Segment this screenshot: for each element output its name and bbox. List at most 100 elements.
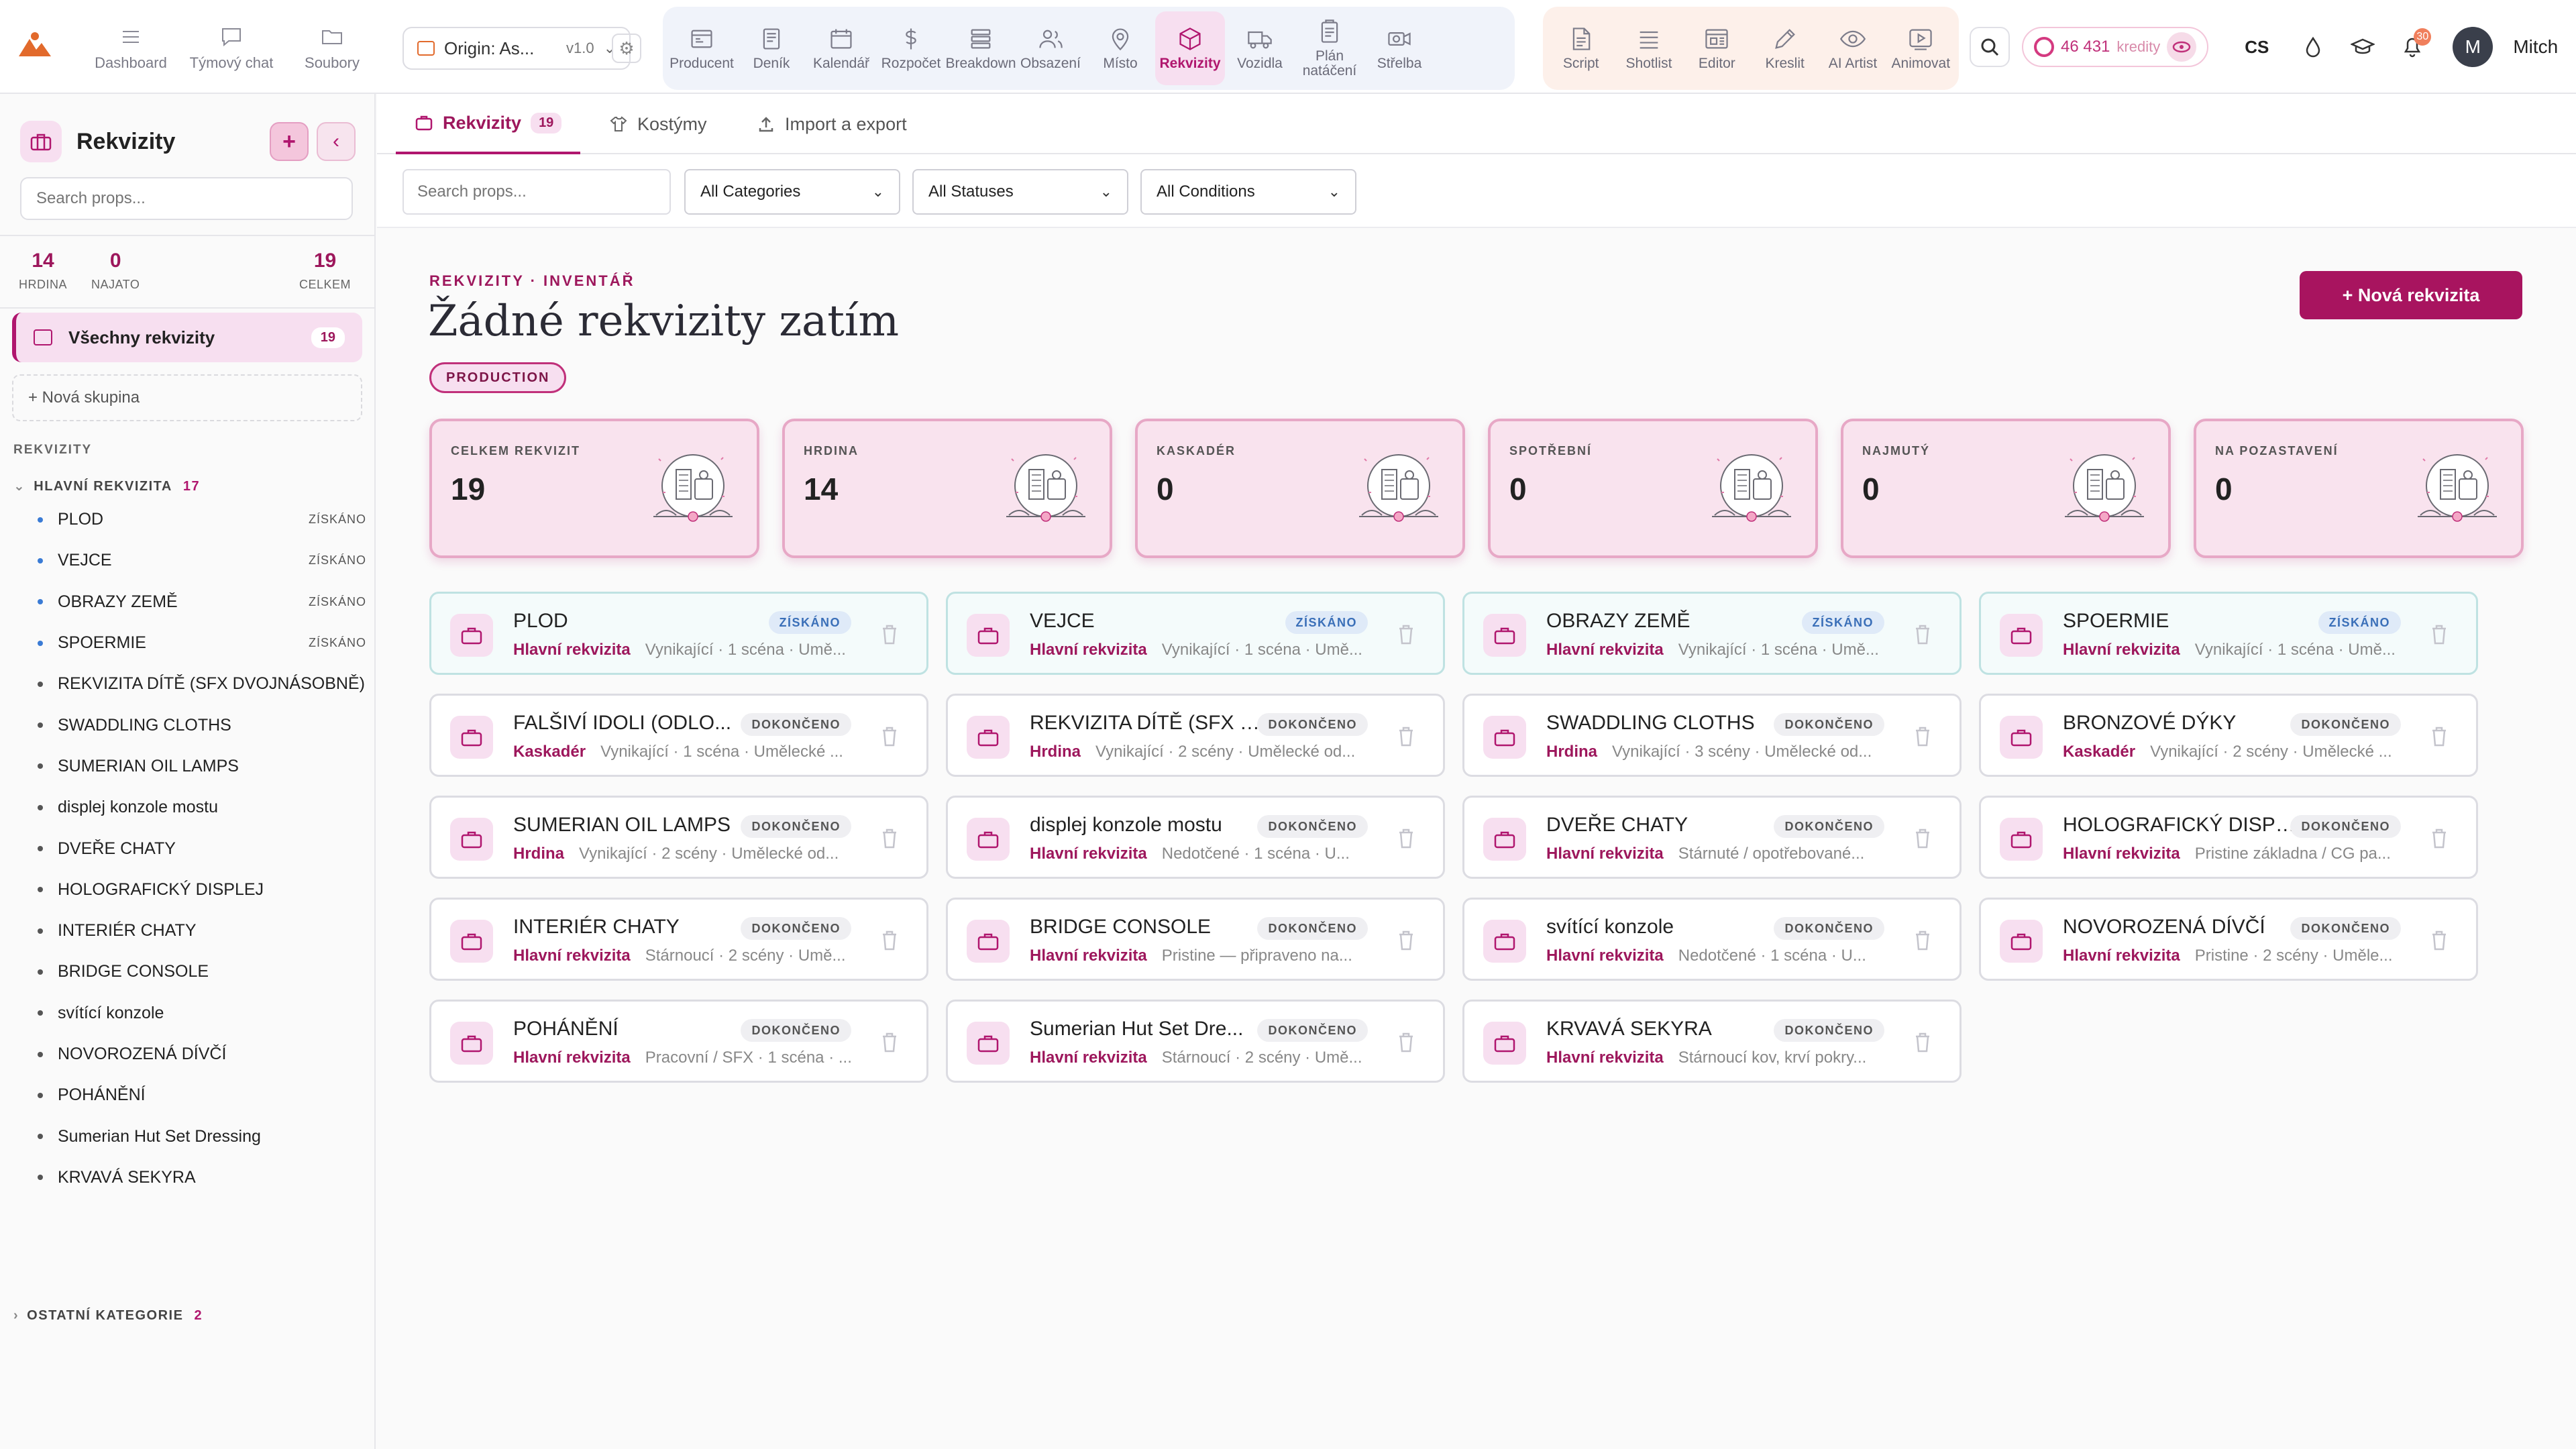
new-group-button[interactable]: + Nová skupina bbox=[12, 374, 362, 421]
new-prop-button[interactable]: + Nová rekvizita bbox=[2300, 271, 2522, 319]
prop-card[interactable]: FALŠIVÍ IDOLI (ODLO... DOKONČENO Kaskadér V… bbox=[429, 694, 928, 777]
sidebar-prop-item[interactable]: NOVOROZENÁ DÍVČÍ bbox=[38, 1034, 366, 1075]
tool-producer[interactable]: Producent bbox=[667, 11, 737, 85]
trash-icon[interactable] bbox=[1913, 1031, 1933, 1054]
credits-pill[interactable]: 46 431 kredity bbox=[2022, 27, 2209, 67]
trash-icon[interactable] bbox=[879, 929, 900, 952]
tool-play[interactable]: Animovat bbox=[1887, 11, 1955, 85]
trash-icon[interactable] bbox=[2429, 623, 2449, 646]
tool-box[interactable]: Rekvizity bbox=[1155, 11, 1225, 85]
trash-icon[interactable] bbox=[1913, 929, 1933, 952]
tool-truck[interactable]: Vozidla bbox=[1225, 11, 1295, 85]
trash-icon[interactable] bbox=[2429, 929, 2449, 952]
nav-menu[interactable]: Dashboard bbox=[80, 20, 181, 76]
sidebar-prop-item[interactable]: POHÁNĚNÍ bbox=[38, 1075, 366, 1116]
prop-card[interactable]: DVEŘE CHATY DOKONČENO Hlavní rekvizita Stár… bbox=[1462, 796, 1962, 879]
sidebar-prop-item[interactable]: displej konzole mostu bbox=[38, 787, 366, 828]
prop-card[interactable]: SUMERIAN OIL LAMPS DOKONČENO Hrdina Vynikaj… bbox=[429, 796, 928, 879]
sidebar-prop-item[interactable]: PLOD ZÍSKÁNO bbox=[38, 499, 366, 540]
stat-card[interactable]: NAJMUTÝ 0 bbox=[1841, 419, 2171, 558]
app-logo[interactable] bbox=[16, 30, 54, 60]
sidebar-prop-item[interactable]: Sumerian Hut Set Dressing bbox=[38, 1116, 366, 1157]
sidebar-prop-item[interactable]: REKVIZITA DÍTĚ (SFX DVOJNÁSOBNĚ) bbox=[38, 663, 366, 704]
project-selector[interactable]: Origin: As... v1.0 ⌄ bbox=[402, 27, 631, 70]
tool-dollar[interactable]: Rozpočet bbox=[876, 11, 946, 85]
prop-card[interactable]: svítící konzole DOKONČENO Hlavní rekvizita… bbox=[1462, 898, 1962, 981]
prop-card[interactable]: BRONZOVÉ DÝKY DOKONČENO Kaskadér Vynikající… bbox=[1979, 694, 2478, 777]
search-icon[interactable] bbox=[1970, 27, 2010, 67]
prop-card[interactable]: SPOERMIE ZÍSKÁNO Hlavní rekvizita Vynikajíc… bbox=[1979, 592, 2478, 675]
status-select[interactable]: All Statuses ⌄ bbox=[912, 169, 1128, 215]
trash-icon[interactable] bbox=[1396, 929, 1416, 952]
tool-camera[interactable]: Střelba bbox=[1364, 11, 1434, 85]
avatar[interactable]: M bbox=[2453, 27, 2493, 67]
sidebar-search-input[interactable] bbox=[20, 177, 353, 220]
sidebar-prop-item[interactable]: KRVAVÁ SEKYRA bbox=[38, 1157, 366, 1198]
trash-icon[interactable] bbox=[879, 623, 900, 646]
prop-card[interactable]: displej konzole mostu DOKONČENO Hlavní rek… bbox=[946, 796, 1445, 879]
trash-icon[interactable] bbox=[1396, 623, 1416, 646]
category-toggle[interactable]: ⌄ HLAVNÍ REKVIZITA 17 bbox=[13, 478, 200, 494]
prop-card[interactable]: HOLOGRAFICKÝ DISPL... DOKONČENO Hlavní rek… bbox=[1979, 796, 2478, 879]
prop-card[interactable]: REKVIZITA DÍTĚ (SFX D... DOKONČENO Hrdina V… bbox=[946, 694, 1445, 777]
sidebar-prop-item[interactable]: svítící konzole bbox=[38, 993, 366, 1034]
trash-icon[interactable] bbox=[1913, 827, 1933, 850]
stat-card[interactable]: SPOTŘEBNÍ 0 bbox=[1488, 419, 1818, 558]
prop-card[interactable]: POHÁNĚNÍ DOKONČENO Hlavní rekvizita Pracovn… bbox=[429, 1000, 928, 1083]
trash-icon[interactable] bbox=[879, 827, 900, 850]
all-props-item[interactable]: Všechny rekvizity 19 bbox=[12, 313, 362, 362]
tool-people[interactable]: Obsazení bbox=[1016, 11, 1085, 85]
bell-icon[interactable]: 30 bbox=[2394, 28, 2432, 66]
stat-card[interactable]: NA POZASTAVENÍ 0 bbox=[2194, 419, 2524, 558]
stat-card[interactable]: HRDINA 14 bbox=[782, 419, 1112, 558]
trash-icon[interactable] bbox=[879, 1031, 900, 1054]
sidebar-prop-item[interactable]: SUMERIAN OIL LAMPS bbox=[38, 746, 366, 787]
other-category-toggle[interactable]: › OSTATNÍ KATEGORIE 2 bbox=[13, 1308, 203, 1324]
graduation-cap-icon[interactable] bbox=[2344, 28, 2381, 66]
tool-journal[interactable]: Deník bbox=[737, 11, 806, 85]
prop-card[interactable]: INTERIÉR CHATY DOKONČENO Hlavní rekvizita S… bbox=[429, 898, 928, 981]
tool-stack[interactable]: Breakdown bbox=[945, 11, 1016, 85]
sidebar-prop-item[interactable]: HOLOGRAFICKÝ DISPLEJ bbox=[38, 869, 366, 910]
prop-card[interactable]: KRVAVÁ SEKYRA DOKONČENO Hlavní rekvizita St… bbox=[1462, 1000, 1962, 1083]
stat-card[interactable]: CELKEM REKVIZIT 19 bbox=[429, 419, 759, 558]
tool-eye[interactable]: AI Artist bbox=[1819, 11, 1886, 85]
prop-card[interactable]: BRIDGE CONSOLE DOKONČENO Hlavní rekvizita P… bbox=[946, 898, 1445, 981]
sidebar-prop-item[interactable]: SPOERMIE ZÍSKÁNO bbox=[38, 623, 366, 663]
trash-icon[interactable] bbox=[879, 725, 900, 748]
tool-clipboard[interactable]: Plán natáčení bbox=[1295, 11, 1364, 85]
trash-icon[interactable] bbox=[1913, 725, 1933, 748]
tab-props[interactable]: Rekvizity 19 bbox=[396, 94, 581, 154]
sidebar-prop-item[interactable]: SWADDLING CLOTHS bbox=[38, 704, 366, 745]
trash-icon[interactable] bbox=[2429, 827, 2449, 850]
condition-select[interactable]: All Conditions ⌄ bbox=[1140, 169, 1356, 215]
settings-gear-icon[interactable]: ⚙ bbox=[612, 34, 641, 63]
sidebar-prop-item[interactable]: OBRAZY ZEMĚ ZÍSKÁNO bbox=[38, 582, 366, 623]
trash-icon[interactable] bbox=[2429, 725, 2449, 748]
prop-card[interactable]: SWADDLING CLOTHS DOKONČENO Hrdina Vynikajíc… bbox=[1462, 694, 1962, 777]
category-select[interactable]: All Categories ⌄ bbox=[684, 169, 900, 215]
sidebar-prop-item[interactable]: DVEŘE CHATY bbox=[38, 828, 366, 869]
props-search-input[interactable] bbox=[402, 169, 671, 215]
stat-card[interactable]: KASKADÉR 0 bbox=[1135, 419, 1465, 558]
nav-chat[interactable]: Týmový chat bbox=[181, 20, 282, 76]
user-name[interactable]: Mitch bbox=[2513, 36, 2558, 58]
tab-costumes[interactable]: Kostýmy bbox=[609, 94, 707, 154]
eye-icon[interactable] bbox=[2167, 32, 2197, 62]
prop-card[interactable]: VEJCE ZÍSKÁNO Hlavní rekvizita Vynikající ·… bbox=[946, 592, 1445, 675]
sidebar-prop-item[interactable]: INTERIÉR CHATY bbox=[38, 910, 366, 951]
trash-icon[interactable] bbox=[1396, 827, 1416, 850]
add-prop-button[interactable]: + bbox=[270, 122, 309, 161]
prop-card[interactable]: OBRAZY ZEMĚ ZÍSKÁNO Hlavní rekvizita Vynika… bbox=[1462, 592, 1962, 675]
tool-pen[interactable]: Kreslit bbox=[1751, 11, 1819, 85]
trash-icon[interactable] bbox=[1396, 1031, 1416, 1054]
droplet-icon[interactable] bbox=[2294, 28, 2332, 66]
tool-map-pin[interactable]: Místo bbox=[1085, 11, 1155, 85]
sidebar-prop-item[interactable]: BRIDGE CONSOLE bbox=[38, 951, 366, 992]
sidebar-prop-item[interactable]: VEJCE ZÍSKÁNO bbox=[38, 540, 366, 581]
tool-calendar[interactable]: Kalendář bbox=[806, 11, 876, 85]
tab-import-export[interactable]: Import a export bbox=[757, 94, 907, 154]
nav-folder[interactable]: Soubory bbox=[282, 20, 382, 76]
collapse-sidebar-button[interactable]: ‹ bbox=[317, 122, 356, 161]
prop-card[interactable]: PLOD ZÍSKÁNO Hlavní rekvizita Vynikající · … bbox=[429, 592, 928, 675]
